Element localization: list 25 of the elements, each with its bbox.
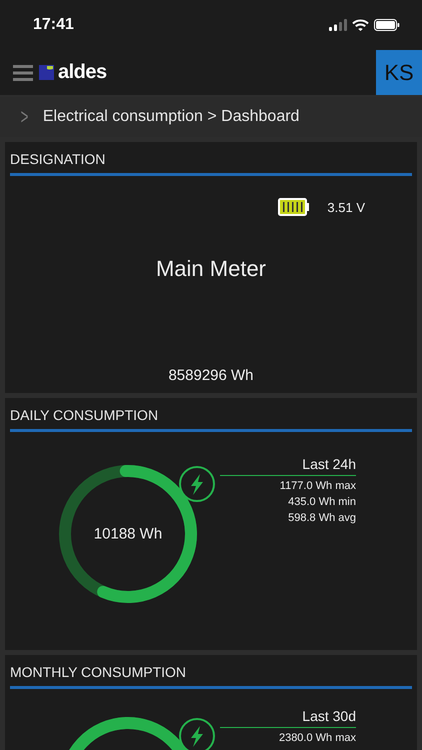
logo-text: aldes <box>58 61 107 84</box>
menu-icon[interactable] <box>13 64 33 80</box>
stat-value: 2380.0 Wh max <box>278 732 356 744</box>
period-label: Last 24h <box>220 437 356 476</box>
logo-icon <box>39 65 54 80</box>
signal-icon <box>329 19 347 31</box>
stat-value: 1177.0 Wh max <box>280 480 356 492</box>
stat-value: 598.8 Wh avg <box>288 512 356 524</box>
period-label: Last 30d <box>220 689 356 728</box>
status-time: 17:41 <box>33 16 74 34</box>
stat-value: 435.0 Wh min <box>288 496 356 508</box>
breadcrumb-text: Electrical consumption > Dashboard <box>42 108 300 126</box>
wifi-icon <box>352 19 369 31</box>
battery-icon <box>374 19 400 31</box>
bolt-icon <box>179 466 215 502</box>
chevron-icon[interactable]: > <box>20 104 28 130</box>
ring-total: 10188 Wh <box>94 526 162 542</box>
card-title: MONTHLY CONSUMPTION <box>10 655 412 689</box>
voltage-value: 3.51 V <box>327 200 365 214</box>
card-title: DAILY CONSUMPTION <box>10 398 412 432</box>
avatar[interactable]: KS <box>376 50 422 95</box>
battery-icon <box>278 198 310 216</box>
meter-total: 8589296 Wh <box>167 367 255 384</box>
meter-name: Main Meter <box>154 256 268 282</box>
card-title: DESIGNATION <box>10 142 412 176</box>
